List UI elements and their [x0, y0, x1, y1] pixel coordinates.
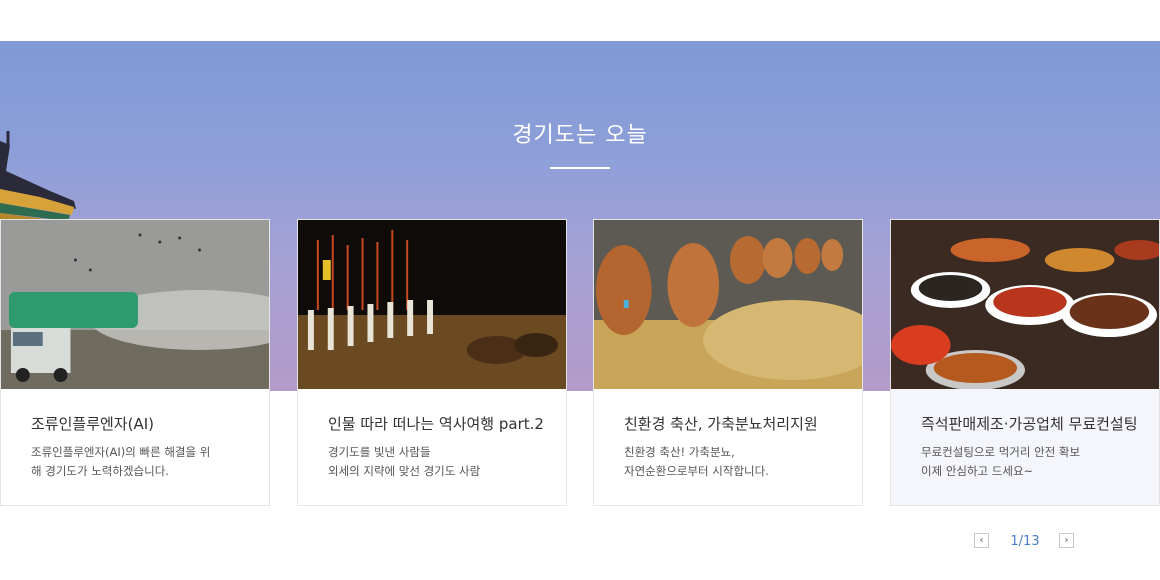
card-description: 친환경 축산! 가축분뇨, 자연순환으로부터 시작합니다. [624, 443, 844, 481]
card-image-cattle [594, 220, 862, 389]
card-desc-line: 친환경 축산! 가축분뇨, [624, 445, 735, 459]
card-description: 경기도를 빛낸 사람들 외세의 지략에 맞선 경기도 사람 [328, 443, 548, 481]
card-desc-line: 조류인플루엔자(AI)의 빠른 해결을 위 [31, 445, 211, 459]
news-card-livestock[interactable]: 친환경 축산, 가축분뇨처리지원 친환경 축산! 가축분뇨, 자연순환으로부터 … [593, 219, 863, 506]
title-underline [550, 167, 610, 169]
card-image-ai-spray [1, 220, 269, 389]
card-desc-line: 해 경기도가 노력하겠습니다. [31, 464, 169, 478]
card-description: 무료컨설팅으로 먹거리 안전 확보 이제 안심하고 드세요~ [921, 443, 1141, 481]
section-title: 경기도는 오늘 [512, 123, 648, 148]
card-desc-line: 무료컨설팅으로 먹거리 안전 확보 [921, 445, 1081, 459]
news-card-history[interactable]: 인물 따라 떠나는 역사여행 part.2 경기도를 빛낸 사람들 외세의 지략… [297, 219, 567, 506]
card-desc-line: 경기도를 빛낸 사람들 [328, 445, 431, 459]
next-page-button[interactable]: › [1059, 533, 1074, 548]
chevron-right-icon: › [1064, 535, 1069, 546]
news-card-consulting[interactable]: 즉석판매제조·가공업체 무료컨설팅 무료컨설팅으로 먹거리 안전 확보 이제 안… [890, 219, 1160, 506]
card-title: 인물 따라 떠나는 역사여행 part.2 [328, 415, 544, 433]
card-desc-line: 이제 안심하고 드세요~ [921, 464, 1034, 478]
page-indicator: 1/13 [1010, 534, 1040, 549]
prev-page-button[interactable]: ‹ [974, 533, 989, 548]
card-image-side-dishes [891, 220, 1159, 389]
card-title: 친환경 축산, 가축분뇨처리지원 [624, 415, 818, 433]
card-description: 조류인플루엔자(AI)의 빠른 해결을 위 해 경기도가 노력하겠습니다. [31, 443, 251, 481]
chevron-left-icon: ‹ [979, 535, 984, 546]
card-desc-line: 자연순환으로부터 시작합니다. [624, 464, 769, 478]
card-title: 조류인플루엔자(AI) [31, 415, 154, 433]
card-desc-line: 외세의 지략에 맞선 경기도 사람 [328, 464, 481, 478]
card-title: 즉석판매제조·가공업체 무료컨설팅 [921, 415, 1138, 433]
news-card-ai[interactable]: 조류인플루엔자(AI) 조류인플루엔자(AI)의 빠른 해결을 위 해 경기도가… [0, 219, 270, 506]
card-image-historical-parade [298, 220, 566, 389]
